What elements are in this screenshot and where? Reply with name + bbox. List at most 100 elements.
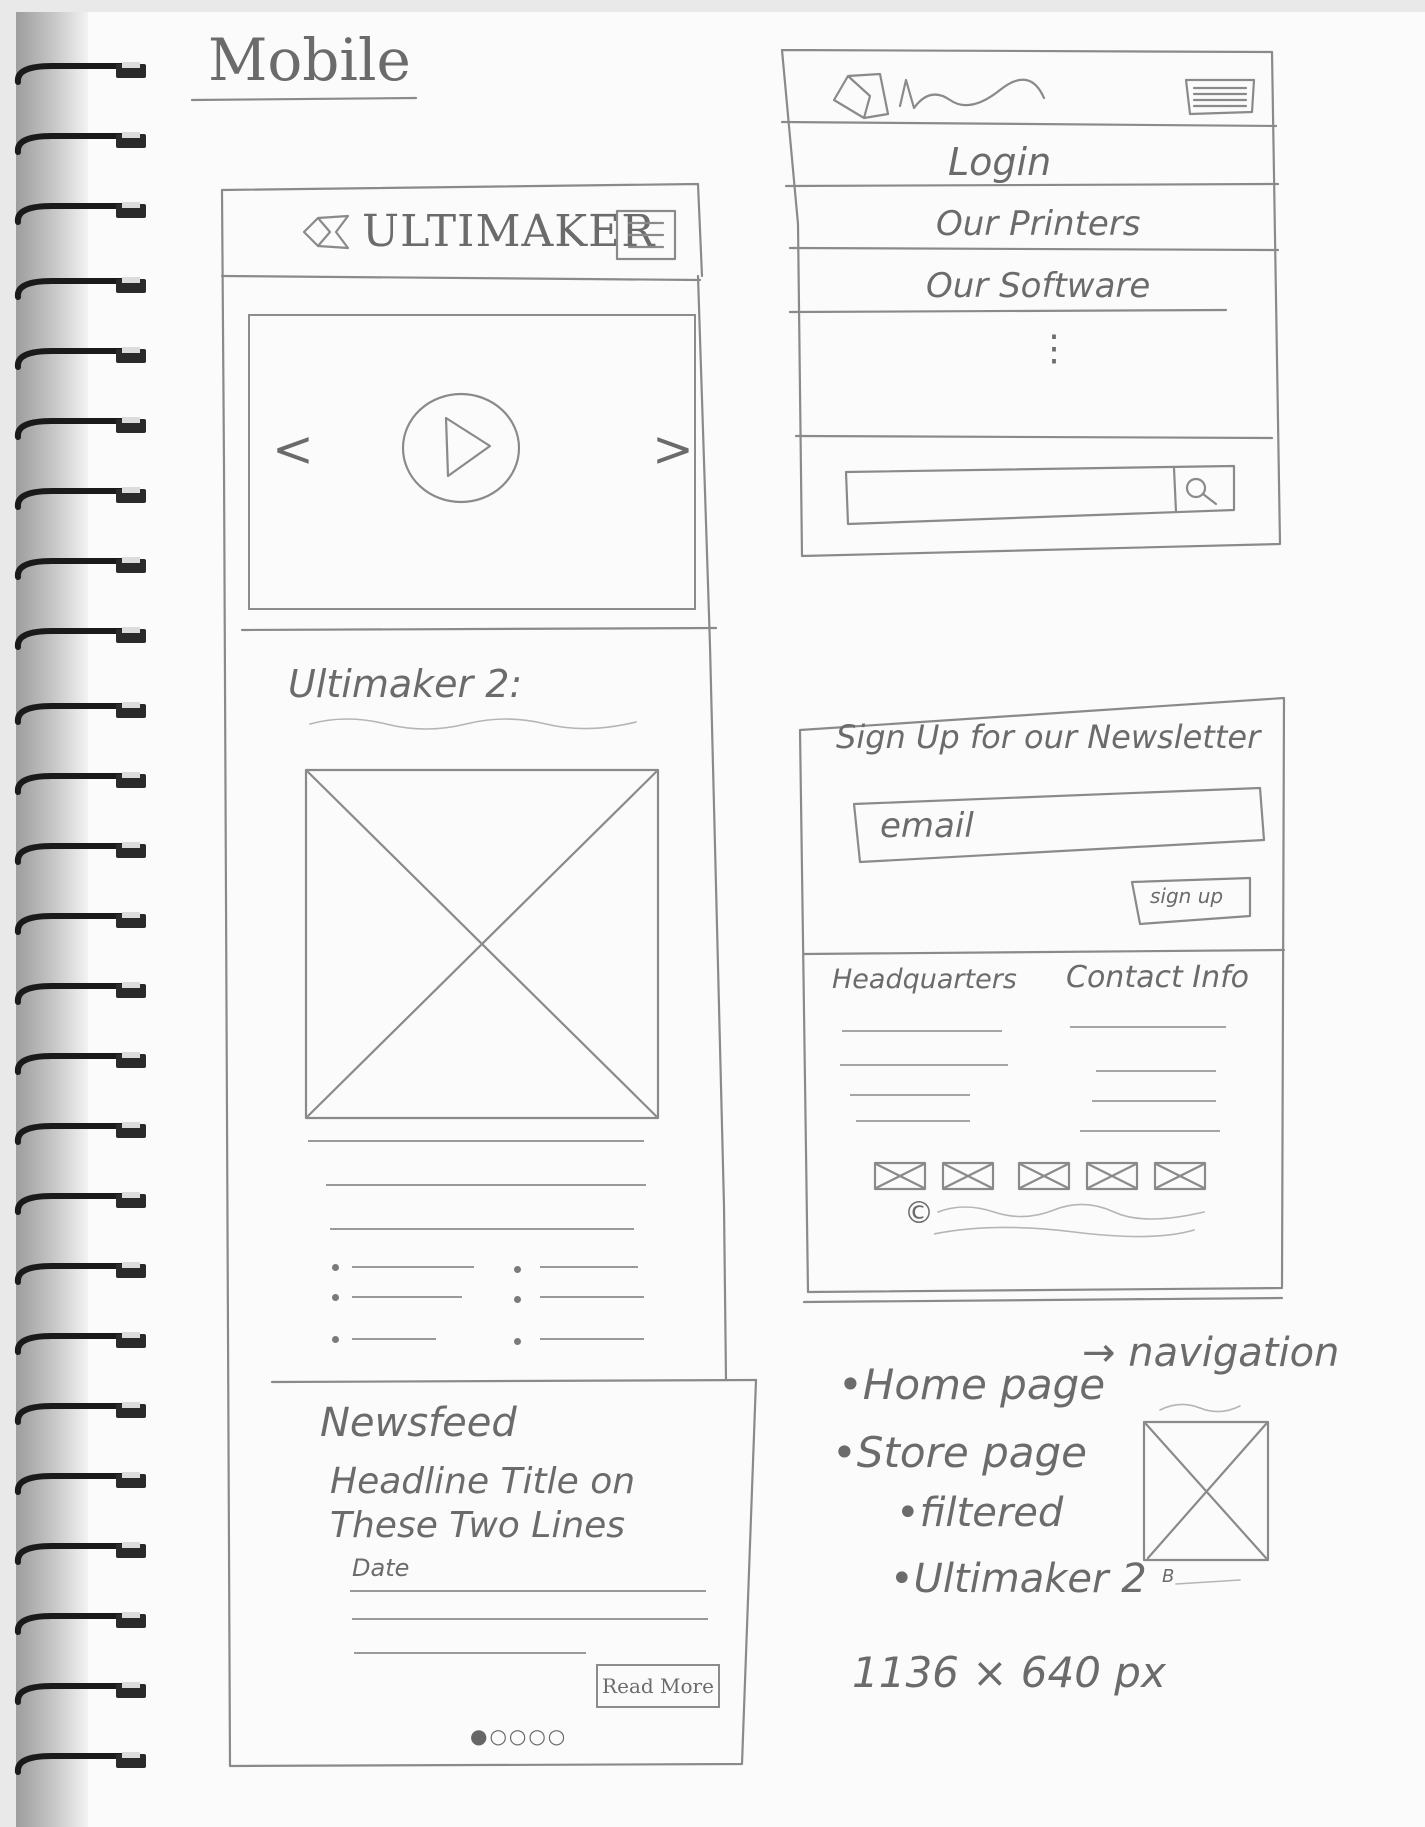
text-placeholder-line: [330, 1228, 634, 1230]
read-more-button[interactable]: Read More: [596, 1664, 720, 1708]
spiral-ring: [12, 1470, 150, 1504]
spiral-ring: [12, 770, 150, 804]
search-input[interactable]: [842, 462, 1238, 528]
product-title: Ultimaker 2:: [288, 662, 523, 706]
note-home-page-text: Home page: [862, 1360, 1106, 1409]
email-placeholder: email: [880, 806, 974, 846]
newsletter-title: Sign Up for our Newsletter: [836, 718, 1261, 756]
note-filtered-text: filtered: [919, 1490, 1064, 1536]
search-icon[interactable]: [1180, 472, 1224, 512]
list-item-line: [352, 1338, 436, 1340]
heading-underline: [190, 96, 418, 102]
spiral-ring: [12, 700, 150, 734]
spiral-ring: [12, 1330, 150, 1364]
text-placeholder-line: [326, 1184, 646, 1186]
menu-item-our-printers[interactable]: Our Printers: [936, 204, 1141, 244]
footer-text-line: [840, 1064, 1008, 1066]
section-divider: [240, 626, 718, 632]
social-icon-1[interactable]: [872, 1160, 928, 1194]
spiral-ring: [12, 60, 150, 94]
news-headline-line-1[interactable]: Headline Title on: [330, 1460, 635, 1504]
spiral-ring: [12, 1260, 150, 1294]
dimensions-note: 1136 × 640 px: [852, 1648, 1166, 1697]
navigation-note: → navigation: [1082, 1330, 1340, 1376]
spiral-ring: [12, 1680, 150, 1714]
news-headline[interactable]: Headline Title on These Two Lines: [330, 1460, 635, 1548]
note-item-ultimaker2: •Ultimaker 2: [890, 1556, 1147, 1602]
hamburger-icon[interactable]: [614, 208, 678, 262]
thumbnail-caption: B: [1162, 1566, 1175, 1587]
spiral-ring: [12, 130, 150, 164]
logo-scribble: [830, 66, 1060, 126]
note-item-home-page: •Home page: [838, 1360, 1105, 1409]
footer-text-line: [856, 1120, 970, 1122]
spiral-ring: [12, 200, 150, 234]
menu-item-our-software[interactable]: Our Software: [926, 266, 1150, 306]
section-divider: [270, 1378, 758, 1384]
contact-info-label: Contact Info: [1066, 960, 1250, 995]
menu-item-login[interactable]: Login: [948, 140, 1051, 184]
footer-text-line: [1080, 1130, 1220, 1132]
spiral-ring: [12, 345, 150, 379]
news-text-line: [352, 1618, 708, 1620]
spiral-ring: [12, 625, 150, 659]
note-item-filtered: •filtered: [896, 1490, 1063, 1536]
list-item-line: [352, 1296, 462, 1298]
squiggle-text: [309, 718, 637, 730]
spiral-ring: [12, 910, 150, 944]
social-icon-5[interactable]: [1152, 1160, 1208, 1194]
list-item-line: [540, 1266, 638, 1268]
hamburger-icon[interactable]: [1182, 76, 1262, 120]
list-bullet: [332, 1264, 339, 1271]
spiral-ring: [12, 1610, 150, 1644]
spiral-ring: [12, 1540, 150, 1574]
menu-more-ellipsis: ⋮: [1036, 328, 1072, 369]
copyright-text-scribble: [934, 1203, 1205, 1238]
note-bullet: •: [832, 1428, 857, 1477]
headquarters-label: Headquarters: [832, 964, 1017, 995]
spiral-ring: [12, 415, 150, 449]
list-bullet: [332, 1336, 339, 1343]
social-icon-2[interactable]: [940, 1160, 996, 1194]
note-ultimaker2-text: Ultimaker 2: [913, 1556, 1147, 1602]
page-heading: Mobile: [208, 26, 411, 94]
spiral-ring: [12, 1400, 150, 1434]
social-icon-3[interactable]: [1016, 1160, 1072, 1194]
footer-text-line: [842, 1030, 1002, 1032]
copyright-symbol: ©: [904, 1196, 934, 1231]
note-store-page-text: Store page: [856, 1428, 1087, 1477]
text-placeholder-line: [308, 1140, 644, 1142]
news-headline-line-2[interactable]: These Two Lines: [330, 1504, 635, 1548]
list-item-line: [540, 1338, 644, 1340]
news-date: Date: [352, 1554, 410, 1582]
spiral-ring: [12, 980, 150, 1014]
spiral-ring: [12, 555, 150, 589]
sign-up-label[interactable]: sign up: [1150, 884, 1223, 908]
note-item-store-page: •Store page: [832, 1428, 1087, 1477]
list-bullet: [514, 1266, 521, 1273]
ultimaker-logo-icon: [300, 212, 352, 252]
footer-text-line: [1096, 1070, 1216, 1072]
carousel-prev-button[interactable]: <: [272, 420, 314, 478]
social-icon-4[interactable]: [1084, 1160, 1140, 1194]
spiral-ring: [12, 1190, 150, 1224]
list-bullet: [332, 1294, 339, 1301]
news-text-line: [354, 1652, 586, 1654]
product-image-placeholder: [302, 766, 662, 1122]
footer-text-line: [850, 1094, 970, 1096]
note-sub-bullet: •: [890, 1556, 914, 1602]
footer-text-line: [1092, 1100, 1216, 1102]
spiral-ring: [12, 1750, 150, 1784]
note-sub-bullet: •: [896, 1490, 920, 1536]
spiral-ring: [12, 275, 150, 309]
note-bullet: •: [838, 1360, 863, 1409]
list-bullet: [514, 1338, 521, 1345]
spiral-ring: [12, 1120, 150, 1154]
spiral-ring: [12, 840, 150, 874]
carousel-next-button[interactable]: >: [652, 420, 694, 478]
play-icon[interactable]: [396, 388, 526, 508]
news-text-line: [350, 1590, 706, 1592]
carousel-pager[interactable]: ●○○○○: [470, 1724, 567, 1748]
newsfeed-title: Newsfeed: [320, 1400, 517, 1446]
list-item-line: [352, 1266, 474, 1268]
